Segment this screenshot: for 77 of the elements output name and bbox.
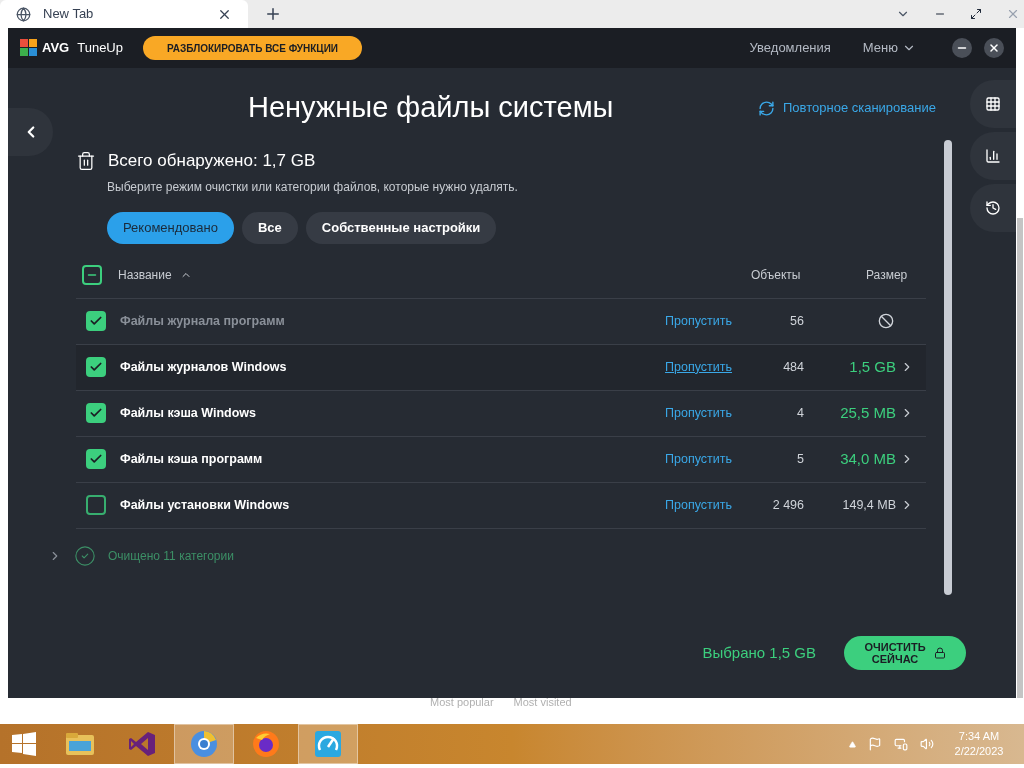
tuneup-icon[interactable] xyxy=(314,730,342,758)
close-icon xyxy=(988,42,1000,54)
table-row[interactable]: Файлы кэша Windows Пропустить 4 25,5 MB xyxy=(76,390,926,437)
lock-icon xyxy=(933,647,946,659)
row-size: 25,5 MB xyxy=(840,402,896,423)
check-icon xyxy=(89,314,103,328)
check-icon xyxy=(89,360,103,374)
unlock-button[interactable]: РАЗБЛОКИРОВАТЬ ВСЕ ФУНКЦИИ xyxy=(143,36,363,60)
skip-link[interactable]: Пропустить xyxy=(665,357,732,377)
checkbox[interactable] xyxy=(86,495,106,515)
row-size: 1,5 GB xyxy=(849,356,896,377)
row-name: Файлы установки Windows xyxy=(120,496,290,514)
check-icon xyxy=(89,452,103,466)
filter-chip[interactable]: Рекомендовано xyxy=(107,211,234,244)
row-name: Файлы журнала программ xyxy=(120,312,285,330)
checkbox[interactable] xyxy=(86,403,106,423)
filter-chip[interactable]: Собственные настройки xyxy=(305,211,497,244)
row-count: 4 xyxy=(796,404,804,422)
skip-link[interactable]: Пропустить xyxy=(665,403,732,423)
scrollbar[interactable] xyxy=(944,140,952,595)
row-count: 56 xyxy=(789,312,804,330)
rescan-link[interactable]: Повторное сканирование xyxy=(783,98,936,118)
browser-scrollbar[interactable] xyxy=(1017,218,1023,698)
taskbar-button[interactable] xyxy=(174,724,234,764)
minimize-button[interactable] xyxy=(952,38,972,58)
trash-icon xyxy=(76,150,96,171)
row-count: 484 xyxy=(782,358,804,376)
notifications-link[interactable]: Уведомления xyxy=(749,38,831,58)
menu-button[interactable]: Меню xyxy=(862,38,916,58)
checkbox[interactable] xyxy=(86,449,106,469)
browser-tab[interactable]: New Tab xyxy=(0,0,248,28)
skip-link[interactable]: Пропустить xyxy=(665,449,732,469)
new-tab-icon[interactable] xyxy=(264,5,282,23)
column-header[interactable]: Название xyxy=(118,265,172,284)
studio-icon[interactable] xyxy=(128,730,156,758)
taskbar-button[interactable] xyxy=(298,724,358,764)
row-size: 34,0 MB xyxy=(840,448,896,469)
bar-chart-icon xyxy=(985,148,1001,164)
check-circle-icon xyxy=(74,544,96,567)
row-size: 149,4 MB xyxy=(842,496,896,514)
checkbox[interactable] xyxy=(86,357,106,377)
row-name: Файлы журналов Windows xyxy=(120,358,287,376)
checkbox[interactable] xyxy=(82,264,102,285)
grid-icon xyxy=(985,96,1001,112)
globe-icon xyxy=(16,6,31,22)
table-row[interactable]: Файлы установки Windows Пропустить 2 496 149,4 MB xyxy=(76,482,926,529)
restore-icon[interactable] xyxy=(970,8,982,20)
table-row[interactable]: Файлы журналов Windows Пропустить 484 1,5 GB xyxy=(76,344,926,391)
blocked-icon xyxy=(878,313,894,329)
page-title: Ненужные файлы системы xyxy=(248,90,614,126)
total-found: Всего обнаружено: 1,7 GB xyxy=(108,150,316,172)
apps-button[interactable] xyxy=(970,80,1016,128)
stats-button[interactable] xyxy=(970,132,1016,180)
hint-text: Выберите режим очистки или категории файлов, которые нужно удалять. xyxy=(107,178,519,196)
refresh-icon[interactable] xyxy=(758,99,775,117)
check-icon xyxy=(89,406,103,420)
product-name: TuneUp xyxy=(77,39,123,58)
row-count: 2 496 xyxy=(771,496,804,514)
history-icon xyxy=(985,200,1001,216)
row-name: Файлы кэша программ xyxy=(120,450,263,468)
filter-chip[interactable]: Все xyxy=(241,211,298,244)
start-icon[interactable] xyxy=(12,732,36,756)
logo-icon xyxy=(20,39,38,57)
firefox-icon[interactable] xyxy=(252,730,280,758)
row-count: 5 xyxy=(796,450,804,468)
table-row[interactable]: Файлы кэша программ Пропустить 5 34,0 MB xyxy=(76,436,926,483)
column-header[interactable]: Объекты xyxy=(751,265,811,284)
clean-now-button[interactable]: ОЧИСТИТЬ СЕЙЧАС xyxy=(844,636,966,670)
skip-link[interactable]: Пропустить xyxy=(665,495,732,515)
browser-icon[interactable] xyxy=(190,730,218,758)
column-header[interactable]: Размер xyxy=(866,265,926,284)
selected-total: Выбрано 1,5 GB xyxy=(702,642,816,663)
history-button[interactable] xyxy=(970,184,1016,232)
cleaned-categories[interactable]: Очищено 11 категории xyxy=(108,546,234,565)
brand-name: AVG xyxy=(42,39,70,58)
close-button[interactable] xyxy=(984,38,1004,58)
row-name: Файлы кэша Windows xyxy=(120,404,256,422)
